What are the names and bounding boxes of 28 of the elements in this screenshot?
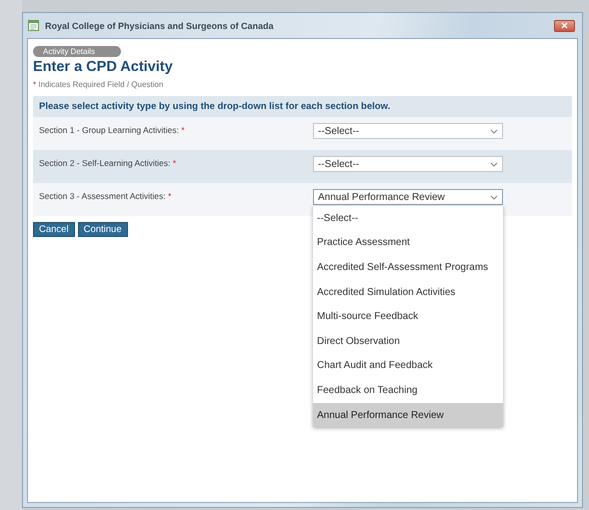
activity-select[interactable]: Annual Performance Review: [313, 189, 503, 205]
app-window-icon: [28, 20, 39, 31]
section-label: Section 2 - Self-Learning Activities: *: [39, 157, 178, 168]
chevron-down-icon: [490, 128, 498, 134]
dropdown-option[interactable]: Direct Observation: [313, 328, 503, 354]
section-label: Section 3 - Assessment Activities: *: [39, 190, 172, 201]
section-label: Section 1 - Group Learning Activities: *: [39, 124, 186, 135]
dropdown-option[interactable]: --Select--: [313, 206, 503, 231]
activity-select[interactable]: --Select--: [313, 123, 503, 139]
dropdown-option[interactable]: Annual Performance Review: [313, 402, 503, 428]
chevron-down-icon: [490, 194, 498, 200]
instruction-banner: Please select activity type by using the drop-down list for each section below.: [33, 96, 572, 117]
chevron-down-icon: [490, 162, 498, 166]
dropdown-option[interactable]: Chart Audit and Feedback: [313, 354, 503, 378]
dropdown-option[interactable]: Accredited Self-Assessment Programs: [313, 255, 503, 280]
close-icon: [561, 22, 568, 29]
dropdown-option[interactable]: Multi-source Feedback: [313, 304, 503, 329]
step-badge: Activity Details: [33, 46, 121, 57]
close-button[interactable]: [554, 20, 575, 32]
dropdown-option[interactable]: Practice Assessment: [313, 230, 503, 256]
required-note: * Indicates Required Field / Question: [33, 80, 164, 89]
window-title: Royal College of Physicians and Surgeons of Canada: [45, 20, 275, 30]
page-heading: Enter a CPD Activity: [33, 59, 174, 75]
dropdown-option[interactable]: Feedback on Teaching: [313, 378, 503, 403]
continue-button[interactable]: Continue: [78, 222, 128, 237]
cancel-button[interactable]: Cancel: [33, 222, 75, 237]
dropdown-option[interactable]: Accredited Simulation Activities: [313, 280, 503, 304]
activity-select[interactable]: --Select--: [313, 156, 503, 172]
